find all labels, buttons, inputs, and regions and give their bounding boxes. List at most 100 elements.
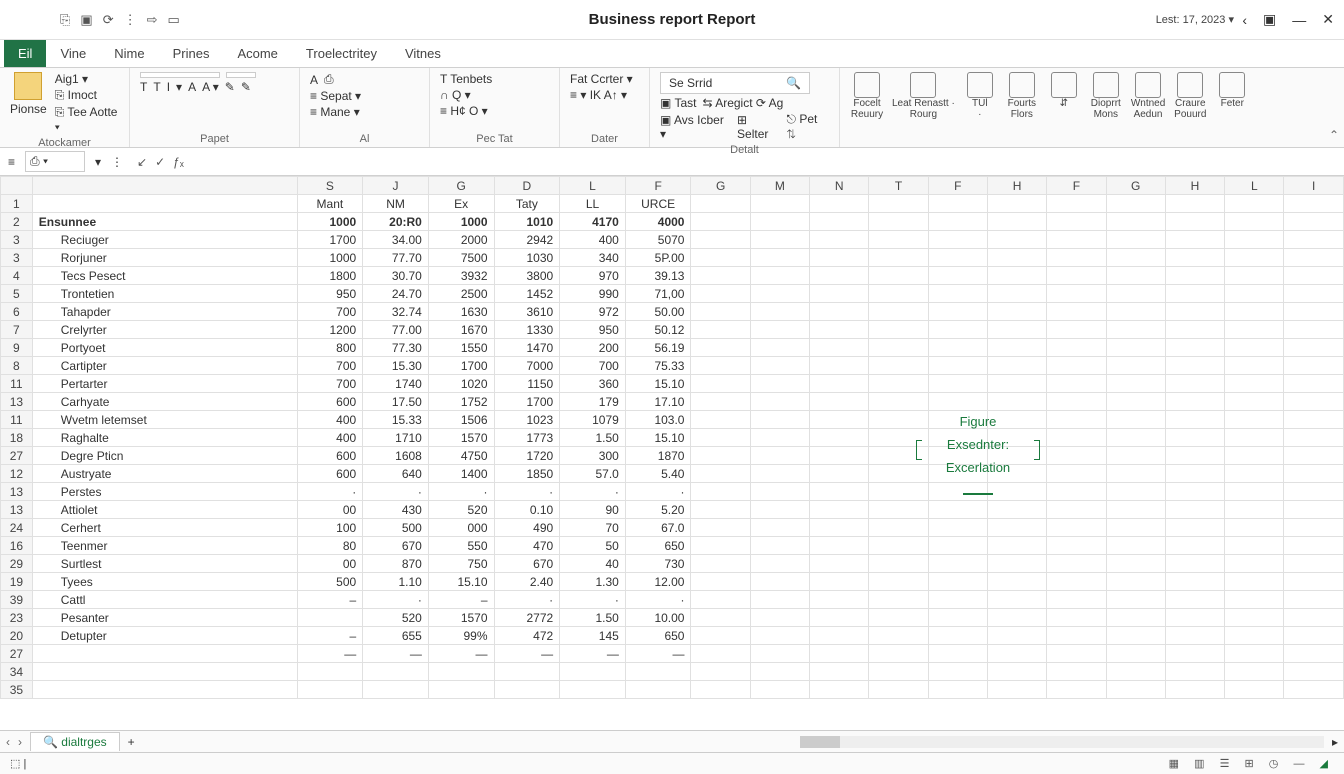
tab-item[interactable]: Vitnes [391, 40, 455, 67]
row-header[interactable]: 3 [1, 249, 33, 267]
cell[interactable] [987, 339, 1046, 357]
cell[interactable] [987, 267, 1046, 285]
cell[interactable] [1165, 357, 1224, 375]
cell[interactable] [1106, 393, 1165, 411]
table-row[interactable]: 3Rorjuner100077.70750010303405P.00 [1, 249, 1344, 267]
cell[interactable] [428, 663, 494, 681]
collapse-ribbon-icon[interactable]: ⌃ [1324, 68, 1344, 147]
cell[interactable]: 1470 [494, 339, 560, 357]
cell[interactable]: 750 [428, 555, 494, 573]
cell[interactable]: 1150 [494, 375, 560, 393]
cell[interactable] [750, 483, 809, 501]
cell[interactable]: URCE [625, 195, 691, 213]
cell[interactable]: 1752 [428, 393, 494, 411]
cell[interactable] [810, 321, 869, 339]
cell[interactable] [1165, 429, 1224, 447]
cell[interactable]: Ensunnee [32, 213, 297, 231]
cell[interactable] [1225, 321, 1284, 339]
cell[interactable]: 600 [297, 447, 363, 465]
cell[interactable] [691, 339, 750, 357]
table-row[interactable]: 11Wvetm letemset40015.33150610231079103.… [1, 411, 1344, 429]
cell[interactable] [810, 393, 869, 411]
tab-item[interactable]: Nime [100, 40, 158, 67]
cell[interactable]: 1079 [560, 411, 626, 429]
cell[interactable] [1225, 501, 1284, 519]
cell[interactable] [1106, 231, 1165, 249]
cell[interactable] [810, 411, 869, 429]
cell[interactable]: 1.50 [560, 429, 626, 447]
cell[interactable]: Taty [494, 195, 560, 213]
column-header[interactable]: G [1106, 177, 1165, 195]
cell[interactable]: · [625, 483, 691, 501]
qat-icon[interactable]: ⇨ [147, 12, 158, 28]
cell[interactable]: — [560, 645, 626, 663]
cell[interactable] [810, 195, 869, 213]
cell[interactable] [1165, 591, 1224, 609]
cell[interactable]: · [297, 483, 363, 501]
cell[interactable] [1106, 321, 1165, 339]
cell[interactable] [750, 249, 809, 267]
cell[interactable] [691, 303, 750, 321]
cell[interactable]: 56.19 [625, 339, 691, 357]
cell[interactable]: 5.20 [625, 501, 691, 519]
cell[interactable] [750, 537, 809, 555]
cell[interactable] [1284, 573, 1344, 591]
bold-button[interactable]: T [140, 80, 147, 94]
row-header[interactable]: 7 [1, 321, 33, 339]
cell[interactable]: 1.10 [363, 573, 429, 591]
cell[interactable] [750, 411, 809, 429]
cell[interactable] [987, 627, 1046, 645]
cell[interactable] [1106, 303, 1165, 321]
name-box[interactable]: ⎙ ▾ [25, 151, 85, 172]
cell[interactable] [1284, 321, 1344, 339]
cell[interactable] [691, 357, 750, 375]
cell[interactable]: 7000 [494, 357, 560, 375]
cell[interactable]: Austryate [32, 465, 297, 483]
cell[interactable] [1106, 285, 1165, 303]
cell[interactable] [363, 681, 429, 699]
cell[interactable] [1165, 519, 1224, 537]
tab-item[interactable]: Prines [159, 40, 224, 67]
cell[interactable] [625, 681, 691, 699]
cell[interactable] [928, 285, 987, 303]
cell[interactable]: 103.0 [625, 411, 691, 429]
cell[interactable] [1106, 501, 1165, 519]
cell[interactable]: 400 [297, 411, 363, 429]
cell[interactable] [691, 537, 750, 555]
cell[interactable] [297, 609, 363, 627]
cell[interactable] [691, 249, 750, 267]
cell[interactable] [1106, 609, 1165, 627]
cell[interactable] [1225, 285, 1284, 303]
cancel-icon[interactable]: ↙ [137, 155, 147, 169]
row-header[interactable]: 9 [1, 339, 33, 357]
cell[interactable]: · [363, 591, 429, 609]
format-painter-button[interactable]: ✎ [241, 80, 251, 94]
row-header[interactable]: 20 [1, 627, 33, 645]
cell[interactable] [750, 231, 809, 249]
cell[interactable]: 1.50 [560, 609, 626, 627]
cell[interactable]: — [363, 645, 429, 663]
cell[interactable]: 70 [560, 519, 626, 537]
cell[interactable]: 00 [297, 501, 363, 519]
cell[interactable]: 3610 [494, 303, 560, 321]
cell[interactable] [928, 519, 987, 537]
row-header[interactable]: 19 [1, 573, 33, 591]
cell[interactable]: 1400 [428, 465, 494, 483]
cell[interactable]: 1023 [494, 411, 560, 429]
cell[interactable]: 655 [363, 627, 429, 645]
cell[interactable]: 77.70 [363, 249, 429, 267]
cell[interactable] [987, 303, 1046, 321]
cell[interactable] [1225, 303, 1284, 321]
cell[interactable] [869, 537, 928, 555]
close-icon[interactable]: ✕ [1322, 11, 1334, 28]
cell[interactable] [810, 447, 869, 465]
cell[interactable]: · [625, 591, 691, 609]
cell[interactable] [1106, 339, 1165, 357]
cell[interactable]: Pertarter [32, 375, 297, 393]
cell[interactable] [1047, 429, 1106, 447]
font-name-dropdown[interactable] [140, 72, 220, 78]
cell[interactable] [1225, 411, 1284, 429]
cell[interactable] [869, 285, 928, 303]
cell[interactable] [1165, 663, 1224, 681]
row-header[interactable]: 12 [1, 465, 33, 483]
